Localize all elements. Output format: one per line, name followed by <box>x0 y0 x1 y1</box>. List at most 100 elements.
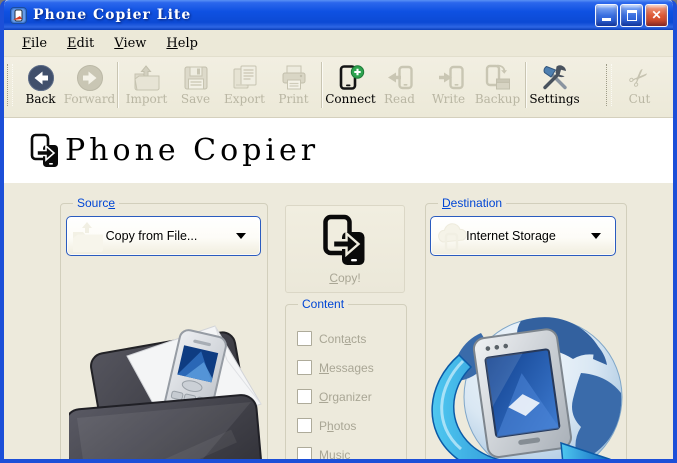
accel-letter: F <box>22 35 32 51</box>
back-icon <box>27 65 54 91</box>
menu-label: ile <box>31 35 48 51</box>
accel-letter: h <box>327 418 334 433</box>
source-dropdown[interactable]: Copy from File... <box>66 216 261 256</box>
maximize-button[interactable] <box>620 3 643 27</box>
checkbox-label: Photos <box>319 419 356 433</box>
phone-copy-icon <box>30 133 58 167</box>
label-part: M <box>319 447 329 462</box>
menu-help[interactable]: Help <box>156 33 208 54</box>
toolbar-button-import[interactable]: Import <box>122 62 171 106</box>
checkbox-organizer[interactable]: Organizer <box>297 389 372 404</box>
checkbox-photos[interactable]: Photos <box>297 418 356 433</box>
toolbar-button-write[interactable]: Write <box>424 62 473 106</box>
heading-band: Phone Copier <box>4 118 673 183</box>
dropdown-arrow-icon <box>236 233 246 239</box>
close-button[interactable]: ✕ <box>645 3 668 27</box>
label-part: estination <box>450 196 503 210</box>
title-bar[interactable]: Phone Copier Lite ✕ <box>4 0 673 30</box>
checkbox-icon[interactable] <box>297 447 312 459</box>
menu-edit[interactable]: Edit <box>57 33 104 54</box>
accel-letter: M <box>319 360 329 375</box>
content-group-label: Content <box>298 297 349 311</box>
toolbar-button-backup[interactable]: Backup <box>473 62 522 106</box>
import-icon <box>133 65 159 91</box>
page-title: Phone Copier <box>65 133 320 168</box>
settings-icon <box>542 65 567 90</box>
content-group: Content Contacts Messages Organizer Phot… <box>285 297 407 462</box>
checkbox-label: Messages <box>319 361 374 375</box>
copy-button-label: Copy! <box>329 271 360 285</box>
toolbar-button-label: Connect <box>325 92 376 106</box>
toolbar-button-label: Write <box>431 92 466 106</box>
destination-group: Destination Internet Storage <box>425 196 627 459</box>
source-group-label: Source <box>73 196 120 210</box>
forward-icon <box>76 65 103 91</box>
accel-letter: O <box>319 389 329 404</box>
checkbox-icon[interactable] <box>297 418 312 433</box>
checkbox-icon[interactable] <box>297 389 312 404</box>
accel-letter: u <box>329 447 336 462</box>
menu-label: elp <box>177 35 198 51</box>
label-part: P <box>319 418 328 433</box>
connect-icon <box>339 65 364 90</box>
accel-letter: E <box>67 35 77 51</box>
label-part: cts <box>351 331 367 346</box>
toolbar-grip[interactable] <box>606 64 612 106</box>
label-part: essages <box>329 360 374 375</box>
menu-file[interactable]: File <box>12 33 57 54</box>
app-window: Phone Copier Lite ✕ File Edit View Help … <box>0 0 677 463</box>
toolbar-button-label: Print <box>278 92 309 106</box>
checkbox-icon[interactable] <box>297 360 312 375</box>
checkbox-music[interactable]: Music <box>297 447 351 462</box>
toolbar-button-label: Forward <box>63 92 116 106</box>
menu-bar: File Edit View Help <box>4 30 673 57</box>
cut-icon: ✂ <box>622 60 657 96</box>
toolbar-button-save[interactable]: Save <box>171 62 220 106</box>
toolbar-button-connect[interactable]: Connect <box>325 62 376 106</box>
toolbar-button-forward[interactable]: Forward <box>63 62 116 106</box>
checkbox-label: Music <box>319 447 351 462</box>
toolbar-button-print[interactable]: Print <box>269 62 318 106</box>
toolbar-grip[interactable] <box>7 64 13 106</box>
toolbar-button-cut[interactable]: ✂ Cut <box>615 60 664 106</box>
save-icon <box>184 66 207 90</box>
checkbox-label: Organizer <box>319 390 372 404</box>
checkbox-icon[interactable] <box>297 331 312 346</box>
toolbar-button-read[interactable]: Read <box>375 62 424 106</box>
source-group: Source Copy from File... <box>60 196 268 459</box>
destination-dropdown[interactable]: Internet Storage <box>430 216 616 256</box>
main-content: Source Copy from File... Copy! Content C… <box>4 183 673 462</box>
label-part: Sourc <box>77 196 109 210</box>
label-part: sic <box>335 447 351 462</box>
toolbar-button-back[interactable]: Back <box>16 62 65 106</box>
toolbar-separator <box>525 62 527 108</box>
window-title: Phone Copier Lite <box>33 7 192 23</box>
toolbar: Back Forward Import Save Export Print Co… <box>4 57 673 118</box>
minimize-button[interactable] <box>595 3 618 27</box>
label-part: rganizer <box>328 389 372 404</box>
accel-letter: H <box>166 35 178 51</box>
folder-ghost-icon <box>73 222 103 252</box>
menu-view[interactable]: View <box>104 33 156 54</box>
toolbar-button-settings[interactable]: Settings <box>529 62 580 106</box>
dropdown-arrow-icon <box>591 233 601 239</box>
accel-letter: e <box>108 196 116 210</box>
accel-letter: C <box>329 270 338 285</box>
toolbar-button-label: Save <box>180 92 211 106</box>
checkbox-messages[interactable]: Messages <box>297 360 374 375</box>
phone-copy-icon <box>323 214 365 265</box>
toolbar-button-label: Import <box>125 92 168 106</box>
folder-with-phone-image <box>69 325 265 459</box>
toolbar-button-label: Cut <box>628 92 651 106</box>
checkbox-label: Contacts <box>319 332 366 346</box>
toolbar-button-export[interactable]: Export <box>220 62 269 106</box>
print-icon <box>282 65 305 90</box>
menu-label: dit <box>76 35 95 51</box>
checkbox-contacts[interactable]: Contacts <box>297 331 366 346</box>
read-icon <box>387 65 413 90</box>
label-part: otos <box>333 418 357 433</box>
toolbar-button-label: Back <box>25 92 56 106</box>
export-icon <box>233 65 256 89</box>
copy-button[interactable]: Copy! <box>285 205 405 293</box>
backup-icon <box>485 64 510 90</box>
